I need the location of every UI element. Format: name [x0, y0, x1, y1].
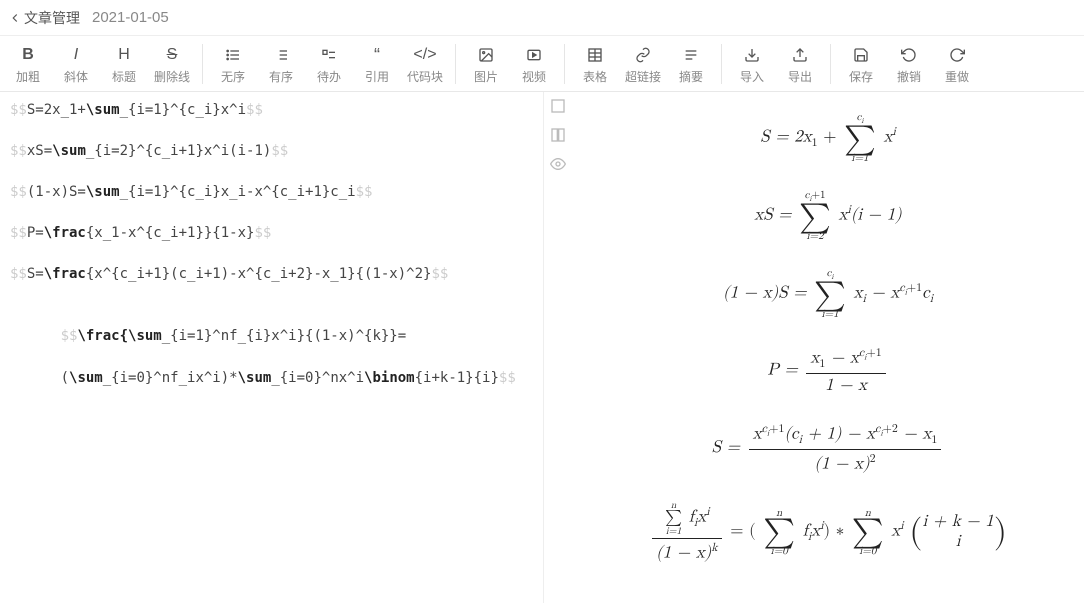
equation-3: (1 − x)S = ci∑i=1 xi − xci+1ci: [582, 268, 1074, 320]
heading-button[interactable]: H标题: [100, 40, 148, 89]
editor-line[interactable]: $$P=\frac{x_1-x^{c_i+1}}{1-x}$$: [10, 223, 533, 244]
chevron-left-icon: [8, 11, 22, 25]
equation-6: n∑i=1 fixi(1 − x)k = ( n∑i=0 fixi) ∗ n∑i…: [582, 500, 1074, 564]
redo-icon: [949, 44, 965, 66]
table-icon: [587, 44, 603, 66]
preview-pane: S = 2x1 + ci∑i=1 xi xS = ci+1∑i=2 xi(i −…: [572, 92, 1084, 603]
equation-1: S = 2x1 + ci∑i=1 xi: [582, 112, 1074, 164]
preview-icon[interactable]: [550, 156, 566, 175]
separator: [202, 44, 203, 84]
save-button[interactable]: 保存: [837, 40, 885, 89]
editor-line[interactable]: $$S=\frac{x^{c_i+1}(c_i+1)-x^{c_i+2}-x_1…: [10, 264, 533, 285]
italic-button[interactable]: I斜体: [52, 40, 100, 89]
todo-icon: [321, 44, 337, 66]
toolbar: B加粗 I斜体 H标题 S删除线 无序 有序 待办 “引用 </>代码块 图片 …: [0, 36, 1084, 92]
strike-button[interactable]: S删除线: [148, 40, 196, 89]
ol-button[interactable]: 有序: [257, 40, 305, 89]
summary-button[interactable]: 摘要: [667, 40, 715, 89]
import-button[interactable]: 导入: [728, 40, 776, 89]
ul-button[interactable]: 无序: [209, 40, 257, 89]
separator: [455, 44, 456, 84]
back-button[interactable]: 文章管理: [8, 8, 80, 28]
italic-icon: I: [74, 44, 78, 66]
video-button[interactable]: 视频: [510, 40, 558, 89]
separator: [564, 44, 565, 84]
equation-4: P = x1 − xci+11 − x: [582, 346, 1074, 396]
separator: [830, 44, 831, 84]
strike-icon: S: [167, 44, 178, 66]
link-button[interactable]: 超链接: [619, 40, 667, 89]
back-label: 文章管理: [24, 8, 80, 28]
bold-button[interactable]: B加粗: [4, 40, 52, 89]
todo-button[interactable]: 待办: [305, 40, 353, 89]
redo-button[interactable]: 重做: [933, 40, 981, 89]
heading-icon: H: [118, 44, 130, 66]
code-icon: </>: [413, 44, 436, 66]
layout-single-icon[interactable]: [550, 98, 566, 117]
summary-icon: [683, 44, 699, 66]
save-icon: [853, 44, 869, 66]
equation-5: S = xci+1(ci + 1) − xci+2 − x1(1 − x)2: [582, 422, 1074, 475]
editor-line[interactable]: $$S=2x_1+\sum_{i=1}^{c_i}x^i$$: [10, 100, 533, 121]
image-button[interactable]: 图片: [462, 40, 510, 89]
ul-icon: [225, 44, 241, 66]
editor-line[interactable]: $$(1-x)S=\sum_{i=1}^{c_i}x_i-x^{c_i+1}c_…: [10, 182, 533, 203]
view-controls: [544, 92, 572, 603]
import-icon: [744, 44, 760, 66]
editor-pane[interactable]: $$S=2x_1+\sum_{i=1}^{c_i}x^i$$ $$xS=\sum_…: [0, 92, 544, 603]
equation-2: xS = ci+1∑i=2 xi(i − 1): [582, 190, 1074, 242]
editor-line[interactable]: $$\frac{\sum_{i=1}^nf_{i}x^i}{(1-x)^{k}}…: [10, 305, 533, 410]
undo-button[interactable]: 撤销: [885, 40, 933, 89]
image-icon: [478, 44, 494, 66]
quote-button[interactable]: “引用: [353, 40, 401, 89]
export-icon: [792, 44, 808, 66]
link-icon: [635, 44, 651, 66]
table-button[interactable]: 表格: [571, 40, 619, 89]
bold-icon: B: [22, 44, 34, 66]
quote-icon: “: [374, 44, 380, 66]
video-icon: [526, 44, 542, 66]
layout-split-icon[interactable]: [550, 127, 566, 146]
export-button[interactable]: 导出: [776, 40, 824, 89]
separator: [721, 44, 722, 84]
undo-icon: [901, 44, 917, 66]
ol-icon: [273, 44, 289, 66]
code-button[interactable]: </>代码块: [401, 40, 449, 89]
editor-line[interactable]: $$xS=\sum_{i=2}^{c_i+1}x^i(i-1)$$: [10, 141, 533, 162]
document-title-input[interactable]: [88, 7, 288, 28]
